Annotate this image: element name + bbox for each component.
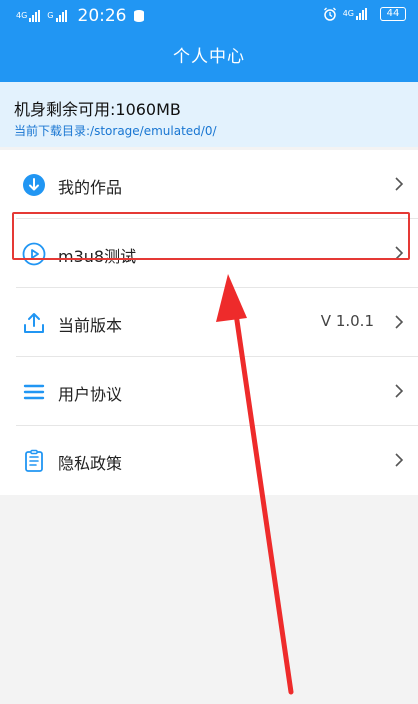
storage-info-panel: 机身剩余可用:1060MB 当前下载目录:/storage/emulated/0… bbox=[0, 82, 418, 147]
battery-indicator: 44 bbox=[380, 7, 406, 21]
menu-item-label: 当前版本 bbox=[58, 316, 123, 335]
network-signal-icon bbox=[356, 8, 368, 20]
menu-item-my-works[interactable]: 我的作品 bbox=[0, 150, 418, 219]
menu-item-label: 隐私政策 bbox=[58, 454, 123, 473]
database-icon bbox=[133, 10, 144, 22]
status-bar: 4G G 20:26 4G 44 bbox=[0, 0, 418, 32]
status-time: 20:26 bbox=[77, 6, 127, 26]
menu-item-label: 用户协议 bbox=[58, 385, 123, 404]
download-icon bbox=[23, 174, 45, 196]
menu-item-current-version[interactable]: 当前版本 V 1.0.1 bbox=[0, 288, 418, 357]
highlight-box bbox=[12, 212, 410, 260]
document-icon bbox=[25, 449, 43, 472]
download-directory: 当前下载目录:/storage/emulated/0/ bbox=[14, 124, 217, 138]
status-right: 4G 44 bbox=[323, 7, 406, 21]
chevron-right-icon bbox=[395, 177, 404, 191]
chevron-right-icon bbox=[395, 453, 404, 467]
version-value: V 1.0.1 bbox=[320, 312, 374, 330]
menu-item-user-agreement[interactable]: 用户协议 bbox=[0, 357, 418, 426]
app-header: 个人中心 bbox=[0, 32, 418, 82]
menu-item-label: 我的作品 bbox=[58, 178, 123, 197]
signal-2-label: G bbox=[47, 11, 54, 20]
signal-bars-icon bbox=[29, 10, 41, 22]
alarm-icon bbox=[323, 7, 336, 21]
chevron-right-icon bbox=[395, 384, 404, 398]
page-title: 个人中心 bbox=[173, 47, 245, 67]
signal-1-label: 4G bbox=[16, 11, 28, 20]
list-icon bbox=[23, 384, 45, 400]
storage-free-space: 机身剩余可用:1060MB bbox=[14, 100, 181, 119]
upload-icon bbox=[24, 313, 44, 333]
status-left: 4G G 20:26 bbox=[16, 6, 145, 26]
chevron-right-icon bbox=[395, 315, 404, 329]
menu-item-privacy-policy[interactable]: 隐私政策 bbox=[0, 426, 418, 495]
signal-bars-2-icon bbox=[55, 10, 68, 22]
network-type-label: 4G bbox=[342, 9, 354, 18]
menu-list: 我的作品 m3u8测试 当前版本 V 1.0.1 用户协议 隐私政策 bbox=[0, 150, 418, 495]
